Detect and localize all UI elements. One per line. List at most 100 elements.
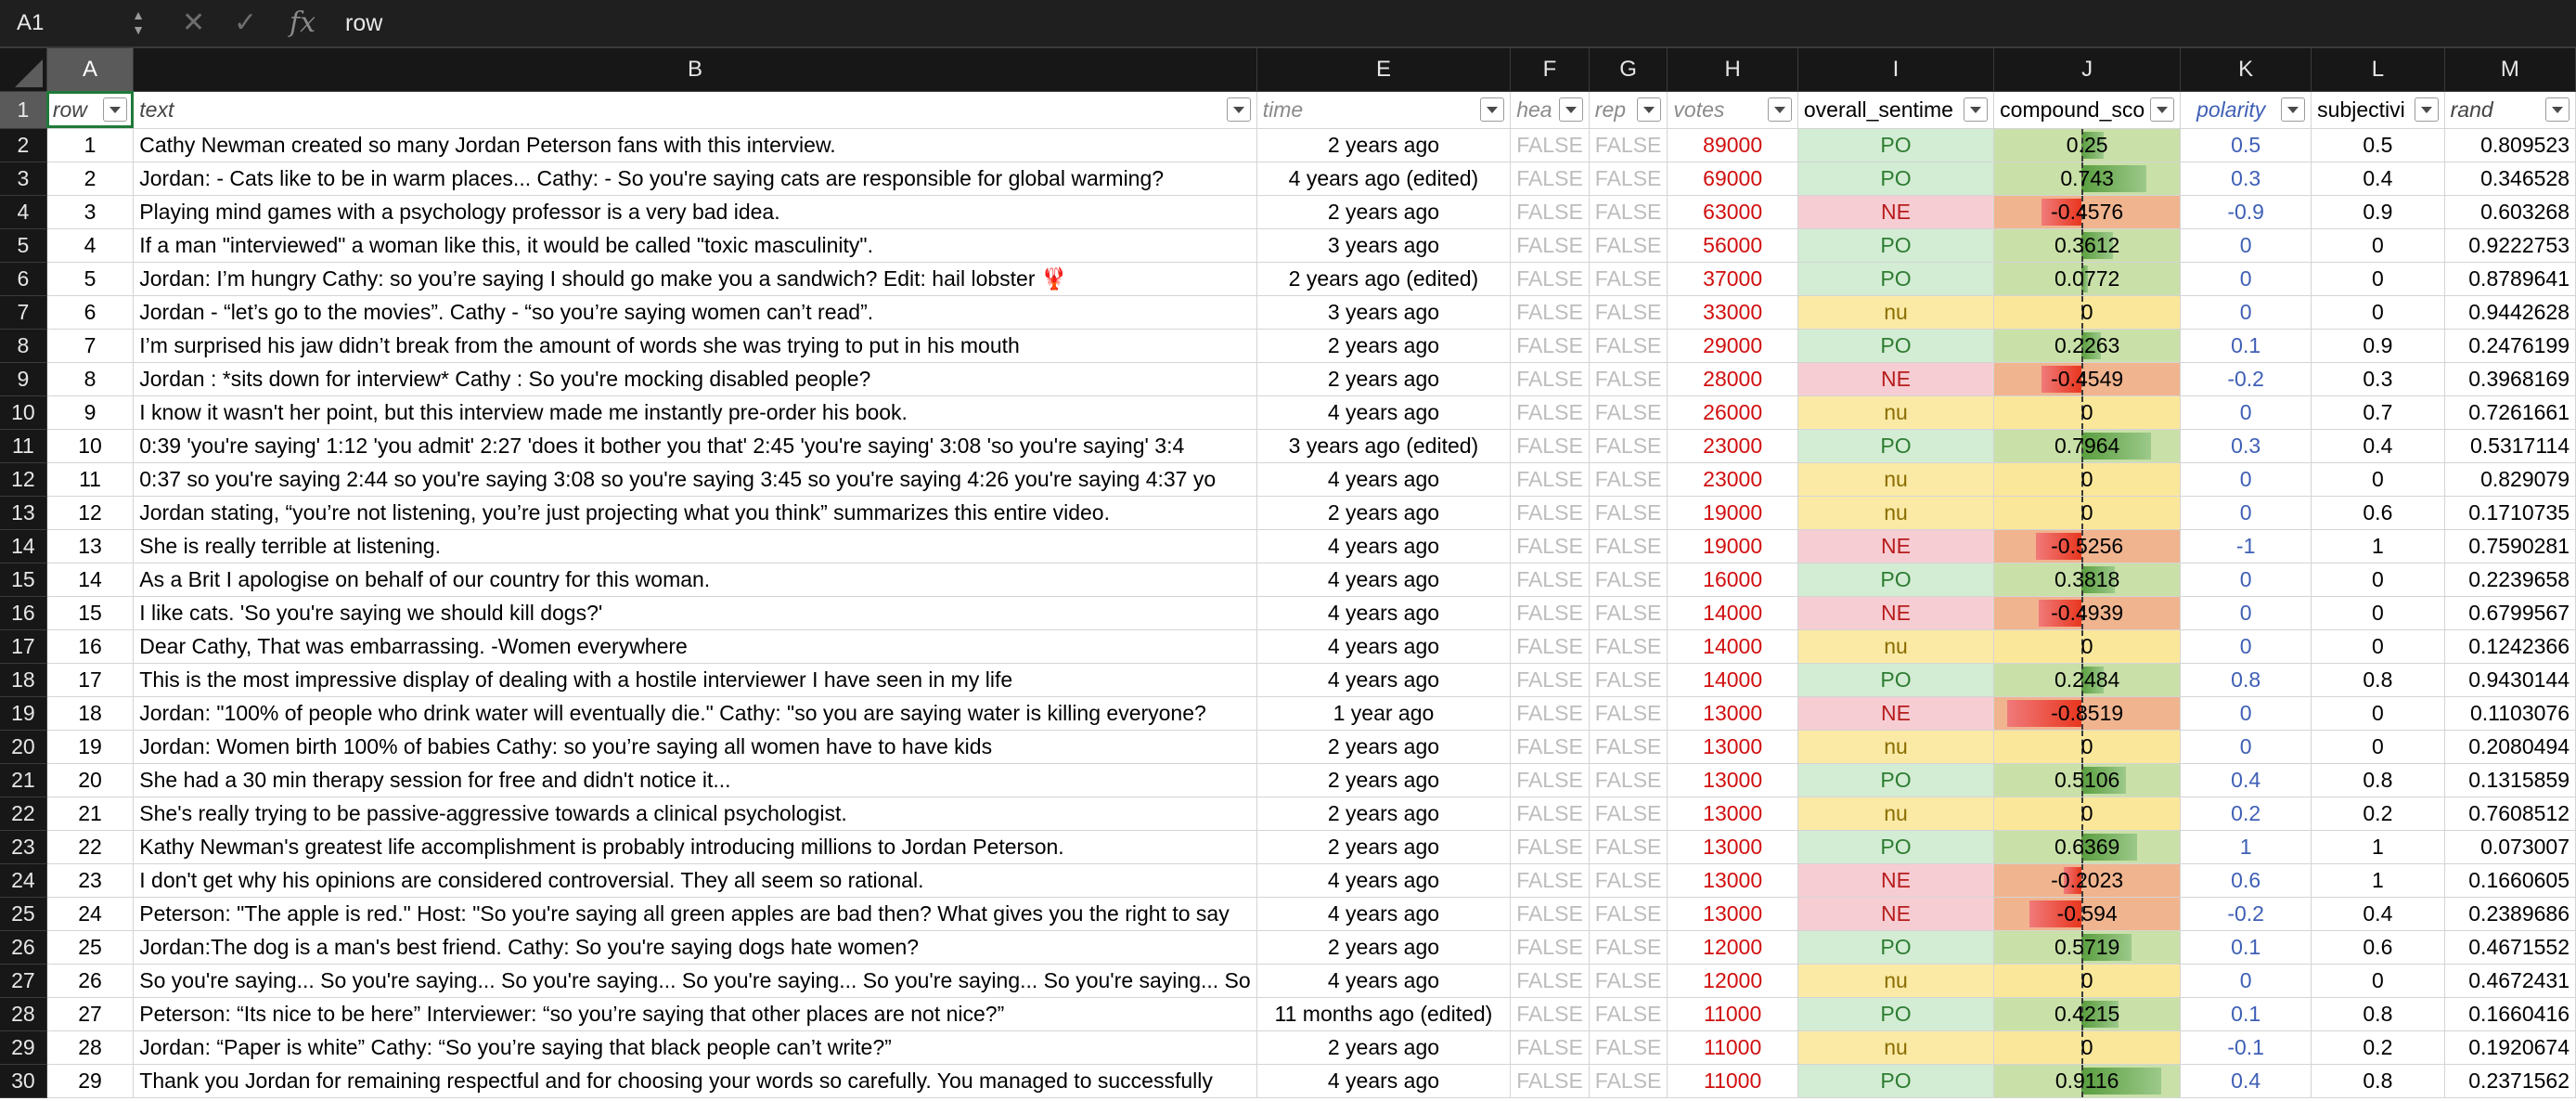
cell-overall-sentiment[interactable]: PO — [1797, 997, 1995, 1031]
cell-votes[interactable]: 13000 — [1667, 730, 1798, 764]
row-number[interactable]: 14 — [0, 529, 47, 563]
cell-subjectivity[interactable]: 1 — [2311, 863, 2445, 898]
cell-row[interactable]: 25 — [46, 930, 135, 965]
cell-votes[interactable]: 14000 — [1667, 663, 1798, 697]
cell-votes[interactable]: 11000 — [1667, 1030, 1798, 1065]
cell-votes[interactable]: 13000 — [1667, 696, 1798, 731]
cell-votes[interactable]: 33000 — [1667, 295, 1798, 330]
cell-rep[interactable]: FALSE — [1589, 797, 1668, 831]
filter-dropdown-icon[interactable] — [1964, 97, 1989, 122]
cell-time[interactable]: 4 years ago — [1256, 395, 1512, 430]
cell-polarity[interactable]: 0.6 — [2180, 863, 2312, 898]
cell-time[interactable]: 3 years ago (edited) — [1256, 429, 1512, 463]
cell-votes[interactable]: 13000 — [1667, 797, 1798, 831]
cell-subjectivity[interactable]: 0.7 — [2311, 395, 2445, 430]
column-letter-m[interactable]: M — [2444, 48, 2576, 92]
cell-overall-sentiment[interactable]: nu — [1797, 730, 1995, 764]
cell-compound-score[interactable]: 0.5719 — [1993, 930, 2182, 965]
cell-rand[interactable]: 0.1920674 — [2444, 1030, 2576, 1065]
cell-rep[interactable]: FALSE — [1589, 195, 1668, 229]
row-number[interactable]: 16 — [0, 596, 47, 630]
cell-rand[interactable]: 0.1710735 — [2444, 496, 2576, 530]
cell-text[interactable]: I’m surprised his jaw didn’t break from … — [133, 329, 1257, 363]
cell-subjectivity[interactable]: 0.9 — [2311, 195, 2445, 229]
cell-polarity[interactable]: 0 — [2180, 629, 2312, 664]
cell-polarity[interactable]: 0.5 — [2180, 128, 2312, 162]
cell-compound-score[interactable]: 0.7964 — [1993, 429, 2182, 463]
cell-text[interactable]: This is the most impressive display of d… — [133, 663, 1257, 697]
cell-text[interactable]: She had a 30 min therapy session for fre… — [133, 763, 1257, 797]
cell-row[interactable]: 18 — [46, 696, 135, 731]
column-letter-a[interactable]: A — [46, 48, 135, 92]
cell-subjectivity[interactable]: 0.5 — [2311, 128, 2445, 162]
filter-dropdown-icon[interactable] — [1480, 97, 1505, 122]
cell-subjectivity[interactable]: 0.8 — [2311, 1064, 2445, 1098]
cancel-edit-icon[interactable]: ✕ — [182, 0, 205, 46]
cell-overall-sentiment[interactable]: nu — [1797, 629, 1995, 664]
filter-dropdown-icon[interactable] — [2281, 97, 2306, 122]
cell-hea[interactable]: FALSE — [1510, 529, 1590, 563]
cell-compound-score[interactable]: 0.3818 — [1993, 563, 2182, 597]
header-cell-i[interactable]: overall_sentime — [1797, 91, 1995, 129]
cell-compound-score[interactable]: 0 — [1993, 730, 2182, 764]
cell-row[interactable]: 8 — [46, 362, 135, 396]
header-cell-k[interactable]: polarity — [2180, 91, 2312, 129]
cell-compound-score[interactable]: -0.4576 — [1993, 195, 2182, 229]
cell-hea[interactable]: FALSE — [1510, 128, 1590, 162]
cell-polarity[interactable]: 0.1 — [2180, 329, 2312, 363]
row-number[interactable]: 4 — [0, 195, 47, 229]
cell-text[interactable]: Jordan: - Cats like to be in warm places… — [133, 162, 1257, 196]
cell-row[interactable]: 23 — [46, 863, 135, 898]
cell-rep[interactable]: FALSE — [1589, 596, 1668, 630]
cell-hea[interactable]: FALSE — [1510, 496, 1590, 530]
cell-subjectivity[interactable]: 0 — [2311, 730, 2445, 764]
cell-rand[interactable]: 0.7608512 — [2444, 797, 2576, 831]
cell-votes[interactable]: 14000 — [1667, 629, 1798, 664]
cell-polarity[interactable]: 0.2 — [2180, 797, 2312, 831]
cell-rand[interactable]: 0.809523 — [2444, 128, 2576, 162]
cell-time[interactable]: 3 years ago — [1256, 228, 1512, 263]
cell-overall-sentiment[interactable]: nu — [1797, 496, 1995, 530]
row-number[interactable]: 17 — [0, 629, 47, 664]
cell-text[interactable]: Thank you Jordan for remaining respectfu… — [133, 1064, 1257, 1098]
cell-votes[interactable]: 28000 — [1667, 362, 1798, 396]
cell-text[interactable]: I know it wasn't her point, but this int… — [133, 395, 1257, 430]
cell-hea[interactable]: FALSE — [1510, 897, 1590, 931]
cell-overall-sentiment[interactable]: NE — [1797, 897, 1995, 931]
cell-compound-score[interactable]: 0.9116 — [1993, 1064, 2182, 1098]
cell-hea[interactable]: FALSE — [1510, 863, 1590, 898]
row-number[interactable]: 23 — [0, 830, 47, 864]
cell-rand[interactable]: 0.3968169 — [2444, 362, 2576, 396]
cell-overall-sentiment[interactable]: PO — [1797, 329, 1995, 363]
cell-polarity[interactable]: 1 — [2180, 830, 2312, 864]
cell-rand[interactable]: 0.6799567 — [2444, 596, 2576, 630]
cell-text[interactable]: Cathy Newman created so many Jordan Pete… — [133, 128, 1257, 162]
cell-compound-score[interactable]: -0.2023 — [1993, 863, 2182, 898]
filter-dropdown-icon[interactable] — [2150, 97, 2175, 122]
cell-subjectivity[interactable]: 0.9 — [2311, 329, 2445, 363]
cell-text[interactable]: Kathy Newman's greatest life accomplishm… — [133, 830, 1257, 864]
cell-row[interactable]: 21 — [46, 797, 135, 831]
cell-rep[interactable]: FALSE — [1589, 997, 1668, 1031]
cell-compound-score[interactable]: -0.594 — [1993, 897, 2182, 931]
cell-text[interactable]: Peterson: “Its nice to be here” Intervie… — [133, 997, 1257, 1031]
cell-rep[interactable]: FALSE — [1589, 930, 1668, 965]
cell-time[interactable]: 4 years ago — [1256, 629, 1512, 664]
cell-hea[interactable]: FALSE — [1510, 997, 1590, 1031]
row-number[interactable]: 7 — [0, 295, 47, 330]
cell-overall-sentiment[interactable]: PO — [1797, 930, 1995, 965]
column-letter-b[interactable]: B — [133, 48, 1257, 92]
cell-text[interactable]: I like cats. 'So you're saying we should… — [133, 596, 1257, 630]
cell-time[interactable]: 2 years ago — [1256, 329, 1512, 363]
column-letter-f[interactable]: F — [1510, 48, 1590, 92]
cell-compound-score[interactable]: -0.4939 — [1993, 596, 2182, 630]
column-letter-e[interactable]: E — [1256, 48, 1512, 92]
cell-row[interactable]: 3 — [46, 195, 135, 229]
cell-polarity[interactable]: 0.4 — [2180, 763, 2312, 797]
cell-polarity[interactable]: 0.4 — [2180, 1064, 2312, 1098]
row-number[interactable]: 25 — [0, 897, 47, 931]
cell-row[interactable]: 17 — [46, 663, 135, 697]
cell-votes[interactable]: 89000 — [1667, 128, 1798, 162]
cell-row[interactable]: 11 — [46, 462, 135, 497]
cell-text[interactable]: She's really trying to be passive-aggres… — [133, 797, 1257, 831]
